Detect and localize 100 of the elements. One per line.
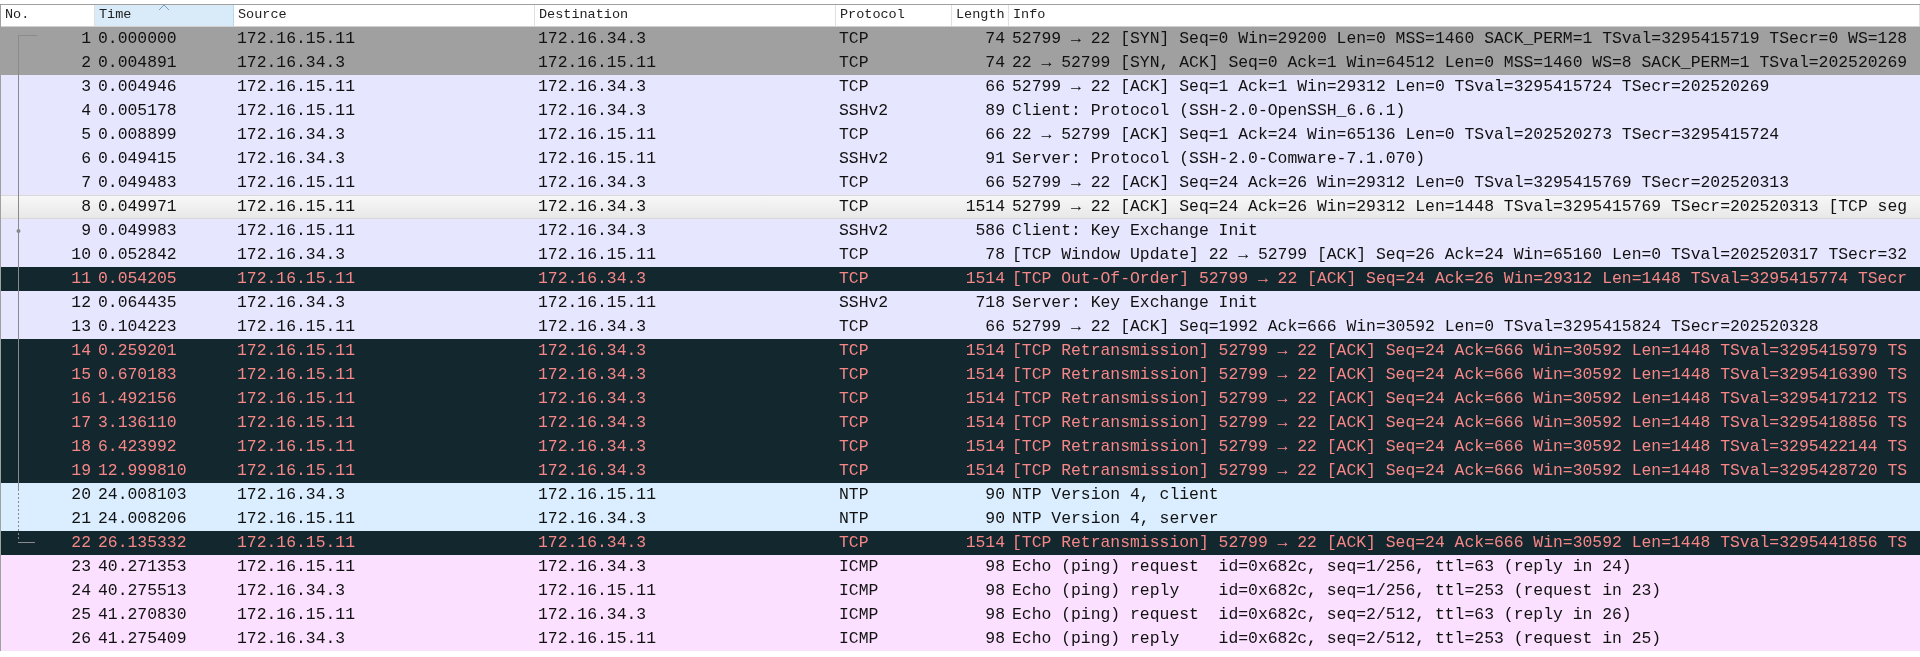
table-cell-text: 1514 (964, 364, 1006, 386)
packet-row[interactable]: 17 3.136110 172.16.15.11 172.16.34.3 TCP 1514 [TCP Retransmission] 52799 → 22 [ACK] Seq=24 Ack=666 Win=30592 Len=1448 TSval=3295418856 TS (1, 411, 1920, 435)
table-cell-text: Client: Key Exchange Init (1011, 220, 1259, 242)
packet-row[interactable]: 3 0.004946 172.16.15.11 172.16.34.3 TCP 66 52799 → 22 [ACK] Seq=1 Ack=1 Win=29312 Len=0 TSval=3295415724 TSecr=202520269 (1, 75, 1920, 99)
table-cell-text: 4 (80, 100, 92, 122)
table-cell-text: 52799 → 22 [ACK] Seq=24 Ack=26 Win=29312 Len=0 TSval=3295415769 TSecr=202520313 (1011, 172, 1791, 194)
table-cell-text: 172.16.34.3 (236, 484, 347, 506)
table-cell-text: TCP (838, 316, 870, 338)
packet-row[interactable]: 9 0.049983 172.16.15.11 172.16.34.3 SSHv2 586 Client: Key Exchange Init (1, 219, 1920, 243)
table-cell-text: 1 (80, 28, 92, 50)
table-cell-text: 172.16.15.11 (236, 388, 357, 410)
packet-row[interactable]: 11 0.054205 172.16.15.11 172.16.34.3 TCP 1514 [TCP Out-Of-Order] 52799 → 22 [ACK] Seq=24 Ack=26 Win=29312 Len=1448 TSval=3295415774 TSecr (1, 267, 1920, 291)
table-cell-text: 52799 → 22 [ACK] Seq=24 Ack=26 Win=29312 Len=1448 TSval=3295415769 TSecr=202520313 [TCP seg (1011, 196, 1909, 218)
table-cell-text: Server: Protocol (SSH-2.0-Comware-7.1.070) (1011, 148, 1427, 170)
table-cell-text: [TCP Retransmission] 52799 → 22 [ACK] Seq=24 Ack=666 Win=30592 Len=1448 TSval=3295415979 TS (1011, 340, 1909, 362)
table-cell-text: TCP (838, 28, 870, 50)
packet-row[interactable]: 22 26.135332 172.16.15.11 172.16.34.3 TCP 1514 [TCP Retransmission] 52799 → 22 [ACK] Seq=24 Ack=666 Win=30592 Len=1448 TSval=3295441856 TS (1, 531, 1920, 555)
table-cell-text: [TCP Out-Of-Order] 52799 → 22 [ACK] Seq=24 Ack=26 Win=29312 Len=1448 TSval=3295415774 TSecr (1011, 268, 1909, 290)
table-cell-text: Echo (ping) request id=0x682c, seq=1/256, ttl=63 (reply in 24) (1011, 556, 1633, 578)
table-cell-text: Client: Protocol (SSH-2.0-OpenSSH_6.6.1) (1011, 100, 1407, 122)
table-cell-text: TCP (838, 460, 870, 482)
packet-row[interactable]: 2 0.004891 172.16.34.3 172.16.15.11 TCP 74 22 → 52799 [SYN, ACK] Seq=0 Ack=1 Win=64512 Len=0 MSS=1460 WS=8 SACK_PERM=1 TSval=202520269 (1, 51, 1920, 75)
table-cell-text: 172.16.15.11 (537, 124, 658, 146)
packet-row[interactable]: 25 41.270830 172.16.15.11 172.16.34.3 ICMP 98 Echo (ping) request id=0x682c, seq=2/512, ttl=63 (reply in 26) (1, 603, 1920, 627)
table-cell-text: 172.16.34.3 (236, 52, 347, 74)
table-cell-text: 0.049415 (97, 148, 178, 170)
packet-row[interactable]: 24 40.275513 172.16.34.3 172.16.15.11 ICMP 98 Echo (ping) reply id=0x682c, seq=1/256, ttl=253 (request in 23) (1, 579, 1920, 603)
column-header[interactable]: Time (95, 5, 234, 26)
column-header[interactable]: Destination (535, 5, 836, 26)
table-cell-text: 41.270830 (97, 604, 188, 626)
table-cell-text: NTP Version 4, client (1011, 484, 1220, 506)
packet-row[interactable]: 13 0.104223 172.16.15.11 172.16.34.3 TCP 66 52799 → 22 [ACK] Seq=1992 Ack=666 Win=30592 Len=0 TSval=3295415824 TSecr=202520328 (1, 315, 1920, 339)
column-header[interactable]: Length (952, 5, 1009, 26)
table-cell-text: 7 (80, 172, 92, 194)
column-header[interactable]: Source (234, 5, 535, 26)
table-cell-text: NTP Version 4, server (1011, 508, 1220, 530)
table-cell-text: ICMP (838, 556, 880, 578)
table-cell-text: TCP (838, 388, 870, 410)
packet-row[interactable]: 15 0.670183 172.16.15.11 172.16.34.3 TCP 1514 [TCP Retransmission] 52799 → 22 [ACK] Seq=24 Ack=666 Win=30592 Len=1448 TSval=3295416390 TS (1, 363, 1920, 387)
table-cell-text: 24.008103 (97, 484, 188, 506)
table-cell-text: TCP (838, 412, 870, 434)
table-cell-text: 8 (80, 196, 92, 218)
packet-row[interactable]: 26 41.275409 172.16.34.3 172.16.15.11 ICMP 98 Echo (ping) reply id=0x682c, seq=2/512, ttl=253 (request in 25) (1, 627, 1920, 651)
packet-row[interactable]: 18 6.423992 172.16.15.11 172.16.34.3 TCP 1514 [TCP Retransmission] 52799 → 22 [ACK] Seq=24 Ack=666 Win=30592 Len=1448 TSval=3295422144 TS (1, 435, 1920, 459)
table-cell-text: 89 (984, 100, 1006, 122)
table-cell-text: 2 (80, 52, 92, 74)
table-cell-text: 172.16.15.11 (236, 172, 357, 194)
table-cell-text: 172.16.15.11 (537, 628, 658, 650)
packet-row[interactable]: 21 24.008206 172.16.15.11 172.16.34.3 NTP 90 NTP Version 4, server (1, 507, 1920, 531)
packet-row[interactable]: 16 1.492156 172.16.15.11 172.16.34.3 TCP 1514 [TCP Retransmission] 52799 → 22 [ACK] Seq=24 Ack=666 Win=30592 Len=1448 TSval=3295417212 TS (1, 387, 1920, 411)
table-cell-text: TCP (838, 244, 870, 266)
table-cell-text: 66 (984, 76, 1006, 98)
table-cell-text: 1514 (964, 268, 1006, 290)
column-header[interactable]: Protocol (836, 5, 952, 26)
table-cell-text: 172.16.15.11 (537, 244, 658, 266)
table-cell-text: TCP (838, 364, 870, 386)
table-cell-text: 22 → 52799 [ACK] Seq=1 Ack=24 Win=65136 Len=0 TSval=202520273 TSecr=3295415724 (1011, 124, 1781, 146)
packet-row[interactable]: 1 0.000000 172.16.15.11 172.16.34.3 TCP 74 52799 → 22 [SYN] Seq=0 Win=29200 Len=0 MSS=1460 SACK_PERM=1 TSval=3295415719 TSecr=0 WS=128 (1, 27, 1920, 51)
packet-row[interactable]: 14 0.259201 172.16.15.11 172.16.34.3 TCP 1514 [TCP Retransmission] 52799 → 22 [ACK] Seq=24 Ack=666 Win=30592 Len=1448 TSval=3295415979 TS (1, 339, 1920, 363)
table-cell-text: 20 (70, 484, 92, 506)
table-cell-text: 172.16.34.3 (537, 460, 648, 482)
table-cell-text: 1514 (964, 196, 1006, 218)
table-cell-text: ICMP (838, 580, 880, 602)
table-cell-text: 0.049971 (97, 196, 178, 218)
table-cell-text: 172.16.34.3 (537, 388, 648, 410)
table-cell-text: 172.16.34.3 (236, 628, 347, 650)
table-cell-text: 172.16.34.3 (537, 412, 648, 434)
table-cell-text: 172.16.15.11 (236, 28, 357, 50)
packet-row[interactable]: 19 12.999810 172.16.15.11 172.16.34.3 TCP 1514 [TCP Retransmission] 52799 → 22 [ACK] Seq=24 Ack=666 Win=30592 Len=1448 TSval=3295428720 TS (1, 459, 1920, 483)
packet-row[interactable]: 6 0.049415 172.16.34.3 172.16.15.11 SSHv2 91 Server: Protocol (SSH-2.0-Comware-7.1.070) (1, 147, 1920, 171)
table-cell-text: NTP (838, 508, 870, 530)
table-cell-text: 172.16.15.11 (236, 316, 357, 338)
table-cell-text: 24 (70, 580, 92, 602)
table-cell-text: 1514 (964, 532, 1006, 554)
table-cell-text: 13 (70, 316, 92, 338)
table-cell-text: TCP (838, 124, 870, 146)
table-cell-text: [TCP Retransmission] 52799 → 22 [ACK] Seq=24 Ack=666 Win=30592 Len=1448 TSval=3295428720 TS (1011, 460, 1909, 482)
packet-row[interactable]: 4 0.005178 172.16.15.11 172.16.34.3 SSHv2 89 Client: Protocol (SSH-2.0-OpenSSH_6.6.1) (1, 99, 1920, 123)
table-cell-text: Echo (ping) request id=0x682c, seq=2/512, ttl=63 (reply in 26) (1011, 604, 1633, 626)
packet-row[interactable]: 20 24.008103 172.16.34.3 172.16.15.11 NTP 90 NTP Version 4, client (1, 483, 1920, 507)
table-cell-text: Echo (ping) reply id=0x682c, seq=2/512, ttl=253 (request in 25) (1011, 628, 1663, 650)
table-cell-text: TCP (838, 268, 870, 290)
table-cell-text: 172.16.34.3 (537, 196, 648, 218)
table-cell-text: 0.005178 (97, 100, 178, 122)
table-cell-text: TCP (838, 436, 870, 458)
packet-row[interactable]: 7 0.049483 172.16.15.11 172.16.34.3 TCP 66 52799 → 22 [ACK] Seq=24 Ack=26 Win=29312 Len=0 TSval=3295415769 TSecr=202520313 (1, 171, 1920, 195)
packet-row[interactable]: 12 0.064435 172.16.34.3 172.16.15.11 SSHv2 718 Server: Key Exchange Init (1, 291, 1920, 315)
table-cell-text: 1514 (964, 340, 1006, 362)
table-cell-text: 10 (70, 244, 92, 266)
column-header[interactable]: Info (1009, 5, 1920, 26)
packet-row[interactable]: 8 0.049971 172.16.15.11 172.16.34.3 TCP 1514 52799 → 22 [ACK] Seq=24 Ack=26 Win=29312 Len=1448 TSval=3295415769 TSecr=202520313 [TCP seg (1, 195, 1920, 219)
table-cell-text: 1514 (964, 388, 1006, 410)
table-cell-text: 172.16.15.11 (236, 436, 357, 458)
packet-row[interactable]: 10 0.052842 172.16.34.3 172.16.15.11 TCP 78 [TCP Window Update] 22 → 52799 [ACK] Seq=26 Ack=24 Win=65160 Len=0 TSval=202520317 TSecr=32 (1, 243, 1920, 267)
table-cell-text: 172.16.34.3 (537, 76, 648, 98)
table-cell-text: 98 (984, 604, 1006, 626)
packet-row[interactable]: 5 0.008899 172.16.34.3 172.16.15.11 TCP 66 22 → 52799 [ACK] Seq=1 Ack=24 Win=65136 Len=0 TSval=202520273 TSecr=3295415724 (1, 123, 1920, 147)
packet-row[interactable]: 23 40.271353 172.16.15.11 172.16.34.3 ICMP 98 Echo (ping) request id=0x682c, seq=1/256, ttl=63 (reply in 24) (1, 555, 1920, 579)
table-cell-text: 3.136110 (97, 412, 178, 434)
table-cell-text: 172.16.15.11 (537, 148, 658, 170)
